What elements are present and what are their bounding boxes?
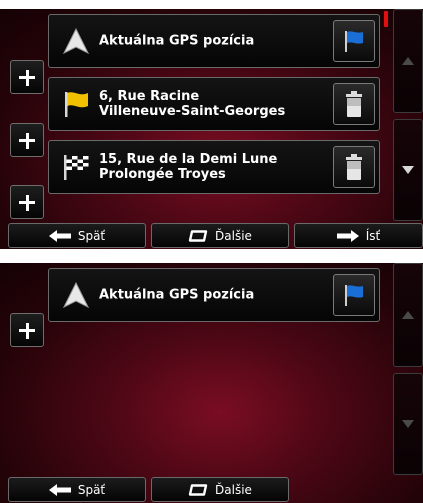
arrow-down-icon	[402, 166, 414, 174]
more-icon	[188, 483, 208, 496]
bottom-toolbar: Späť Ďalšie Ísť	[0, 223, 423, 249]
more-icon	[188, 229, 208, 242]
back-button[interactable]: Späť	[8, 223, 146, 248]
arrow-left-icon	[48, 483, 71, 496]
bottom-toolbar: Späť Ďalšie	[0, 477, 423, 503]
route-item-label: Aktuálna GPS pozícia	[99, 33, 255, 49]
gps-arrow-icon	[62, 27, 90, 55]
go-button[interactable]: Ísť	[294, 223, 423, 248]
add-waypoint-button-1[interactable]	[10, 60, 44, 94]
set-departure-button[interactable]	[333, 274, 375, 316]
arrow-up-icon	[402, 57, 414, 65]
arrow-down-icon	[402, 420, 414, 428]
arrow-right-icon	[336, 229, 359, 242]
back-button[interactable]: Späť	[8, 477, 146, 502]
add-destination-button[interactable]	[10, 313, 44, 347]
delete-waypoint-button[interactable]	[333, 83, 375, 125]
back-label: Späť	[77, 482, 106, 497]
checkered-flag-icon	[64, 155, 89, 180]
more-button[interactable]: Ďalšie	[151, 223, 289, 248]
route-item-label: 6, Rue Racine Villeneuve-Saint-Georges	[99, 89, 286, 119]
scroll-up-button[interactable]	[393, 9, 423, 113]
delete-destination-button[interactable]	[333, 146, 375, 188]
scroll-down-button[interactable]	[393, 119, 423, 221]
add-waypoint-button-3[interactable]	[10, 185, 44, 219]
scroll-indicator	[384, 11, 388, 27]
more-label: Ďalšie	[215, 228, 252, 243]
blue-flag-icon	[345, 285, 363, 306]
blue-flag-icon	[345, 31, 363, 52]
route-item-label: 15, Rue de la Demi Lune Prolongée Troyes	[99, 152, 278, 182]
arrow-up-icon	[402, 311, 414, 319]
route-screen-with-destinations: Aktuálna GPS pozícia 6, Rue Racine Ville…	[0, 9, 423, 249]
more-button[interactable]: Ďalšie	[151, 477, 289, 502]
trash-icon	[346, 91, 362, 117]
go-label: Ísť	[365, 228, 381, 243]
back-label: Späť	[77, 228, 106, 243]
add-waypoint-button-2[interactable]	[10, 123, 44, 157]
set-departure-button[interactable]	[333, 20, 375, 62]
gps-arrow-icon	[62, 281, 90, 309]
scroll-down-button[interactable]	[393, 373, 423, 475]
route-item-waypoint[interactable]: 6, Rue Racine Villeneuve-Saint-Georges	[48, 77, 380, 131]
route-screen-empty: Aktuálna GPS pozícia Späť Ďalšie	[0, 263, 423, 503]
trash-icon	[346, 154, 362, 180]
yellow-flag-icon	[65, 92, 88, 117]
route-item-destination[interactable]: 15, Rue de la Demi Lune Prolongée Troyes	[48, 140, 380, 194]
arrow-left-icon	[48, 229, 71, 242]
route-item-gps-position[interactable]: Aktuálna GPS pozícia	[48, 268, 380, 322]
scroll-up-button[interactable]	[393, 263, 423, 367]
route-item-label: Aktuálna GPS pozícia	[99, 287, 255, 303]
more-label: Ďalšie	[215, 482, 252, 497]
route-item-gps-position[interactable]: Aktuálna GPS pozícia	[48, 14, 380, 68]
